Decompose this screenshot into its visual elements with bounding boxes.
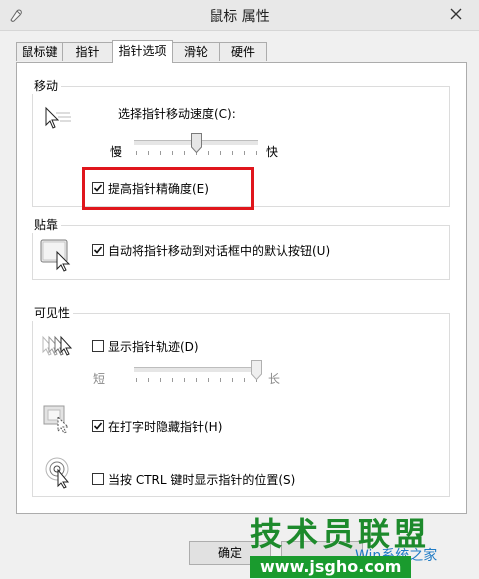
slider-tick <box>172 378 173 382</box>
tab-wheel[interactable]: 滑轮 <box>172 42 220 61</box>
checkmark-icon <box>93 246 103 254</box>
slider-tick <box>148 151 149 155</box>
show-location-ctrl-icon <box>45 457 70 489</box>
trail-slider-track <box>134 367 258 373</box>
slider-tick <box>232 378 233 382</box>
window-title: 鼠标 属性 <box>209 9 270 25</box>
slider-tick <box>244 378 245 382</box>
slider-tick <box>244 151 245 155</box>
watermark-url: www.jsgho.com <box>250 556 412 578</box>
checkmark-icon <box>93 422 103 430</box>
slider-tick <box>220 151 221 155</box>
slider-tick <box>208 151 209 155</box>
slider-tick <box>256 151 257 155</box>
slider-tick <box>172 151 173 155</box>
ctrl-location-checkbox[interactable] <box>92 473 104 485</box>
hide-while-typing-icon <box>43 405 70 434</box>
slider-tick <box>232 151 233 155</box>
ctrl-location-label[interactable]: 当按 CTRL 键时显示指针的位置(S) <box>108 471 295 488</box>
speed-label: 选择指针移动速度(C): <box>118 107 236 121</box>
slider-tick <box>160 378 161 382</box>
slider-tick <box>136 151 137 155</box>
snap-to-button-icon <box>40 239 71 272</box>
tab-buttons[interactable]: 鼠标键 <box>16 42 63 61</box>
tab-pointer-options[interactable]: 指针选项 <box>112 40 173 63</box>
slider-tick <box>160 151 161 155</box>
snap-checkbox[interactable] <box>92 244 104 256</box>
trails-checkbox[interactable] <box>92 340 104 352</box>
snap-group-label: 贴靠 <box>31 216 62 233</box>
slider-tick <box>136 378 137 382</box>
title-bar: 鼠标 属性 <box>0 0 479 31</box>
speed-slow-label: 慢 <box>110 145 123 159</box>
slider-tick <box>220 378 221 382</box>
speed-fast-label: 快 <box>266 145 279 159</box>
slider-tick <box>184 151 185 155</box>
slider-tick <box>184 378 185 382</box>
slider-tick <box>148 378 149 382</box>
tab-hardware[interactable]: 硬件 <box>219 42 267 61</box>
speed-slider-thumb[interactable] <box>191 133 202 153</box>
annotation-highlight-box <box>82 167 254 210</box>
visibility-group-label: 可见性 <box>31 304 74 321</box>
trail-slider-thumb[interactable] <box>251 360 262 380</box>
slider-tick <box>196 378 197 382</box>
close-icon <box>450 8 462 20</box>
slider-tick <box>208 378 209 382</box>
pointer-speed-icon <box>45 106 71 129</box>
tab-pointers[interactable]: 指针 <box>62 42 113 61</box>
hide-pointer-label[interactable]: 在打字时隐藏指针(H) <box>108 418 222 435</box>
trail-short-label: 短 <box>93 372 106 386</box>
snap-label[interactable]: 自动将指针移动到对话框中的默认按钮(U) <box>108 242 330 259</box>
close-button[interactable] <box>441 2 471 26</box>
pointer-trails-icon <box>42 335 73 356</box>
trails-label[interactable]: 显示指针轨迹(D) <box>108 338 199 355</box>
hide-pointer-checkbox[interactable] <box>92 420 104 432</box>
trail-long-label: 长 <box>268 372 281 386</box>
motion-group-label: 移动 <box>31 77 62 94</box>
